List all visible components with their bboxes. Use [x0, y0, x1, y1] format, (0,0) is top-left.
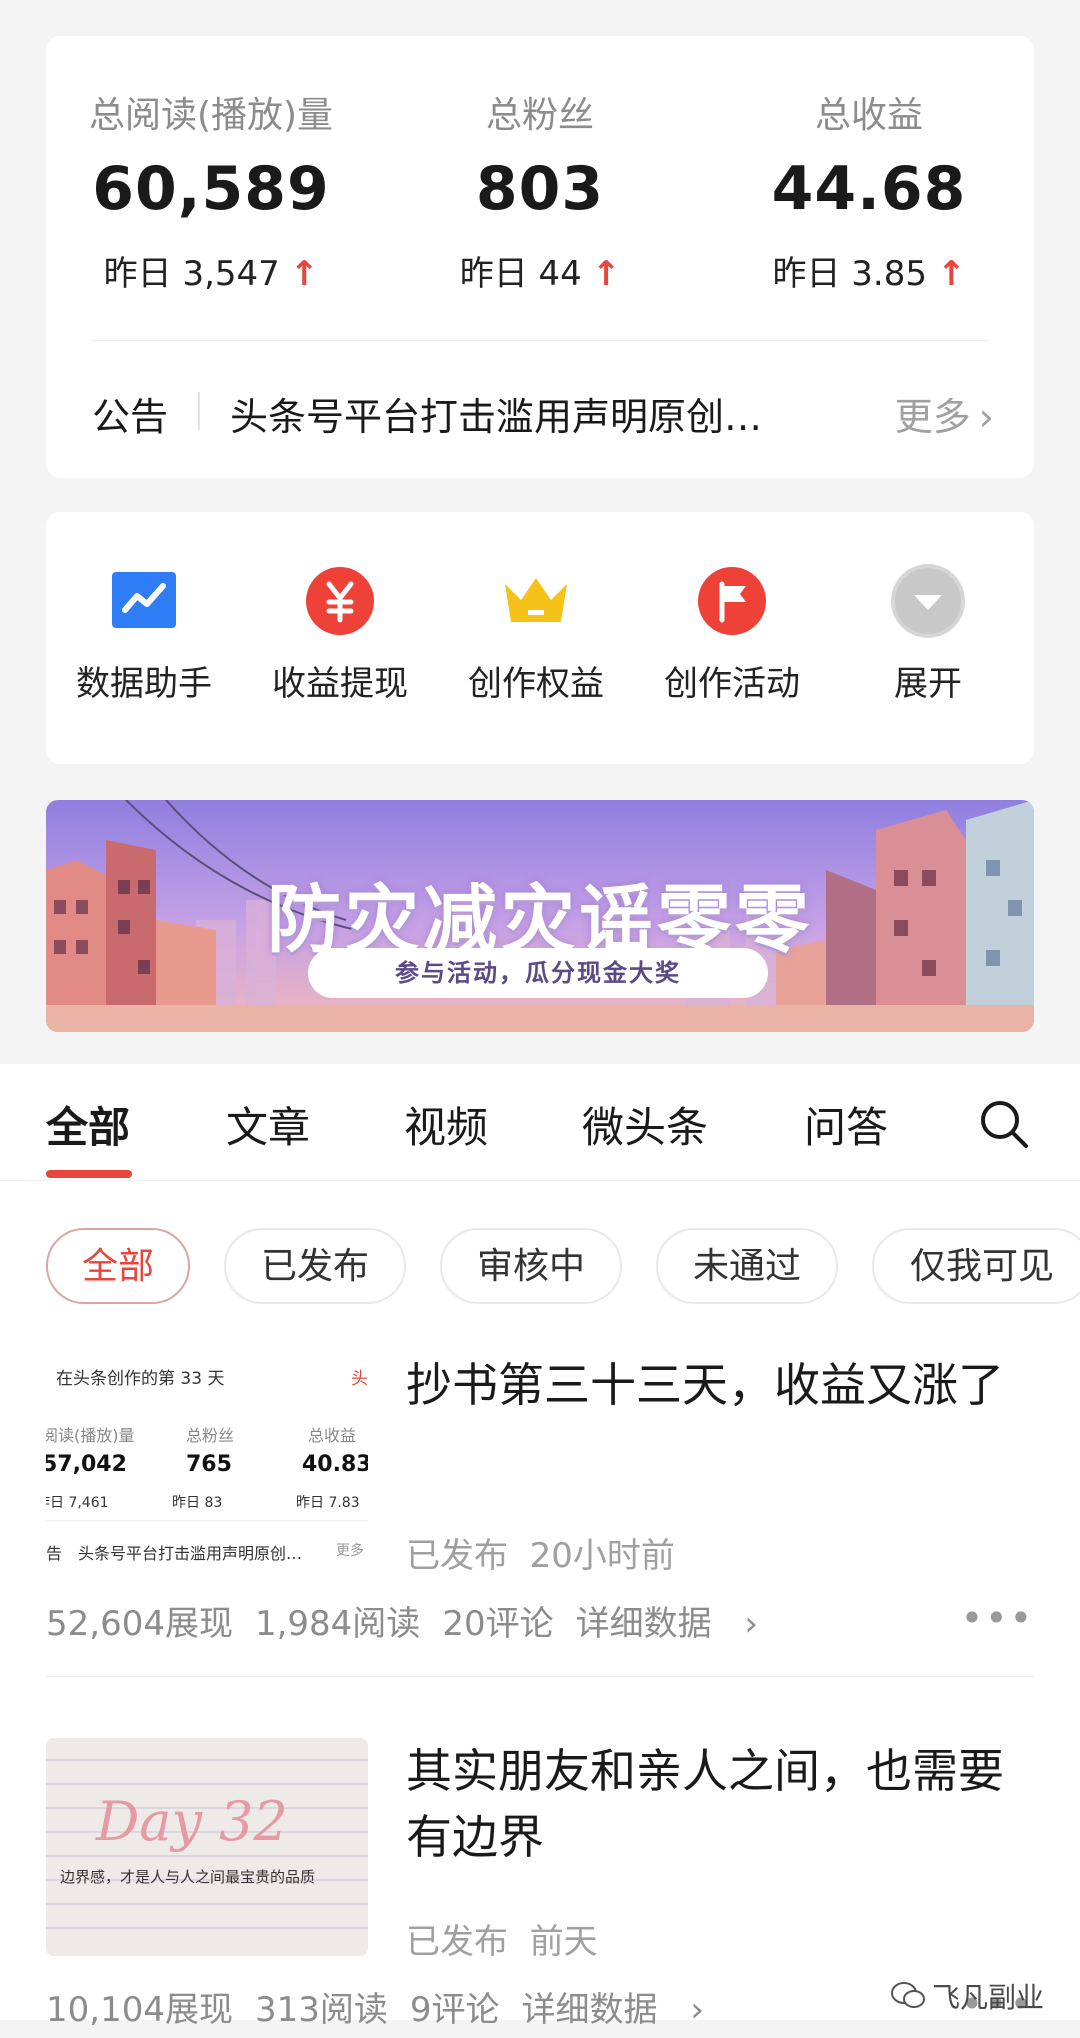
- thumb-value: 57,042: [46, 1452, 127, 1477]
- stat-delta: 昨日 3,547 ↑: [103, 254, 319, 294]
- expand-icon: [891, 564, 965, 638]
- stat-label: 总收益: [814, 95, 923, 136]
- arrow-up-icon: ↑: [937, 254, 966, 294]
- crown-icon: [501, 566, 571, 636]
- tab-all[interactable]: 全部: [46, 1094, 130, 1155]
- thumb-label: 阅读(播放)量: [46, 1426, 135, 1445]
- chevron-right-icon: ›: [744, 1604, 758, 1644]
- tab-videos[interactable]: 视频: [404, 1094, 488, 1155]
- tab-micro-posts[interactable]: 微头条: [582, 1094, 708, 1155]
- reads-count: 313阅读: [254, 1990, 388, 2030]
- content-list: 全部 文章 视频 微头条 问答 全部 已发布 审核中 未通过 仅我可见 在头条创…: [0, 1064, 1080, 2030]
- filter-chip-all[interactable]: 全部: [46, 1228, 190, 1304]
- thumb-delta: 昨日 7.83: [296, 1495, 360, 1511]
- article-thumbnail: 在头条创作的第 33 天 头 阅读(播放)量 总粉丝 总收益 57,042 76…: [46, 1352, 368, 1570]
- promo-banner[interactable]: 防灾减灾谣零零 参与活动，瓜分现金大奖: [46, 800, 1034, 1032]
- stats-card: 总阅读(播放)量 60,589 昨日 3,547 ↑ 总粉丝 803 昨日 44 ↑…: [46, 36, 1034, 478]
- tool-creator-rights[interactable]: 创作权益: [438, 566, 634, 705]
- thumbnail-screenshot: 在头条创作的第 33 天 头 阅读(播放)量 总粉丝 总收益 57,042 76…: [46, 1352, 368, 1570]
- tool-data-assistant[interactable]: 数据助手: [46, 566, 242, 705]
- divider: [46, 1676, 1034, 1677]
- stat-value: 44.68: [771, 154, 967, 224]
- filter-chip-rejected[interactable]: 未通过: [656, 1228, 838, 1304]
- thumb-delta: 昨日 7,461: [46, 1495, 109, 1511]
- impressions-count: 10,104展现: [46, 1990, 233, 2030]
- watermark: 飞凡副业: [890, 1976, 1044, 2018]
- thumb-delta: 昨日 83: [172, 1495, 223, 1511]
- thumb-handwriting: Day 32: [96, 1790, 288, 1853]
- article-title[interactable]: 其实朋友和亲人之间，也需要有边界: [406, 1738, 1006, 1870]
- tool-label: 创作活动: [664, 664, 800, 704]
- tools-card: 数据助手 收益提现 创作权益 创作活动 展开: [46, 512, 1034, 764]
- filter-chip-private[interactable]: 仅我可见: [872, 1228, 1080, 1304]
- thumb-more: 更多: [336, 1543, 364, 1559]
- stat-value: 803: [475, 154, 605, 224]
- stat-label: 总阅读(播放)量: [88, 95, 334, 136]
- impressions-count: 52,604展现: [46, 1604, 233, 1644]
- wechat-icon: [890, 1981, 926, 2018]
- tool-label: 创作权益: [468, 664, 604, 704]
- tab-articles[interactable]: 文章: [226, 1094, 310, 1155]
- filter-chip-published[interactable]: 已发布: [224, 1228, 406, 1304]
- stat-delta: 昨日 3.85 ↑: [772, 254, 966, 294]
- tool-label: 展开: [894, 664, 962, 704]
- tool-label: 收益提现: [272, 664, 408, 704]
- yuan-icon: [305, 566, 375, 636]
- comments-count: 20评论: [442, 1604, 554, 1644]
- thumb-notice: 告 头条号平台打击滥用声明原创…: [46, 1544, 303, 1563]
- article-item[interactable]: Day 32 边界感，才是人与人之间最宝贵的品质 其实朋友和亲人之间，也需要有边…: [46, 1738, 1034, 2038]
- thumb-label: 总粉丝: [186, 1426, 235, 1445]
- tool-label: 数据助手: [76, 664, 212, 704]
- reads-count: 1,984阅读: [254, 1604, 421, 1644]
- thumb-header-right: 头: [351, 1369, 368, 1389]
- divider: [198, 392, 200, 430]
- more-options-icon[interactable]: •••: [961, 1596, 1034, 1640]
- tool-creator-activity[interactable]: 创作活动: [634, 566, 830, 705]
- filter-chip-reviewing[interactable]: 审核中: [440, 1228, 622, 1304]
- article-item[interactable]: 在头条创作的第 33 天 头 阅读(播放)量 总粉丝 总收益 57,042 76…: [46, 1352, 1034, 1682]
- thumb-header: 在头条创作的第 33 天: [56, 1369, 225, 1389]
- article-status: 已发布 前天: [406, 1922, 598, 1962]
- thumb-value: 40.83: [302, 1452, 368, 1477]
- stat-delta: 昨日 44 ↑: [459, 254, 621, 294]
- search-icon[interactable]: [978, 1098, 1030, 1150]
- arrow-up-icon: ↑: [591, 254, 621, 294]
- divider: [92, 340, 988, 341]
- thumb-label: 总收益: [308, 1426, 357, 1445]
- tool-withdraw[interactable]: 收益提现: [242, 566, 438, 705]
- thumb-caption: 边界感，才是人与人之间最宝贵的品质: [60, 1868, 316, 1886]
- stat-value: 60,589: [92, 154, 330, 224]
- divider: [46, 1520, 368, 1521]
- chart-icon: [109, 566, 179, 636]
- tool-expand[interactable]: 展开: [830, 564, 1026, 705]
- article-stats: 10,104展现 313阅读 9评论 详细数据 ›: [46, 1982, 748, 2031]
- stat-label: 总粉丝: [485, 95, 594, 136]
- active-tab-indicator: [46, 1170, 132, 1178]
- content-tabs: 全部 文章 视频 微头条 问答: [0, 1064, 1080, 1181]
- tab-qa[interactable]: 问答: [804, 1094, 888, 1155]
- banner-subtitle: 参与活动，瓜分现金大奖: [308, 948, 768, 998]
- flag-icon: [697, 566, 767, 636]
- article-stats: 52,604展现 1,984阅读 20评论 详细数据 ›: [46, 1596, 802, 1645]
- arrow-up-icon: ↑: [289, 254, 319, 294]
- comments-count: 9评论: [409, 1990, 500, 2030]
- thumb-value: 765: [186, 1452, 232, 1477]
- notice-more-link[interactable]: 更多 ›: [895, 386, 994, 441]
- article-title[interactable]: 抄书第三十三天，收益又涨了: [406, 1352, 1006, 1418]
- chevron-right-icon: ›: [690, 1990, 704, 2030]
- article-thumbnail: Day 32 边界感，才是人与人之间最宝贵的品质: [46, 1738, 368, 1956]
- detail-data-link[interactable]: 详细数据 ›: [576, 1604, 780, 1644]
- article-status: 已发布 20小时前: [406, 1536, 675, 1576]
- notice-text[interactable]: 头条号平台打击滥用声明原创…: [230, 386, 830, 441]
- detail-data-link[interactable]: 详细数据 ›: [522, 1990, 726, 2030]
- notice-label: 公告: [92, 395, 169, 439]
- chevron-right-icon: ›: [978, 395, 994, 439]
